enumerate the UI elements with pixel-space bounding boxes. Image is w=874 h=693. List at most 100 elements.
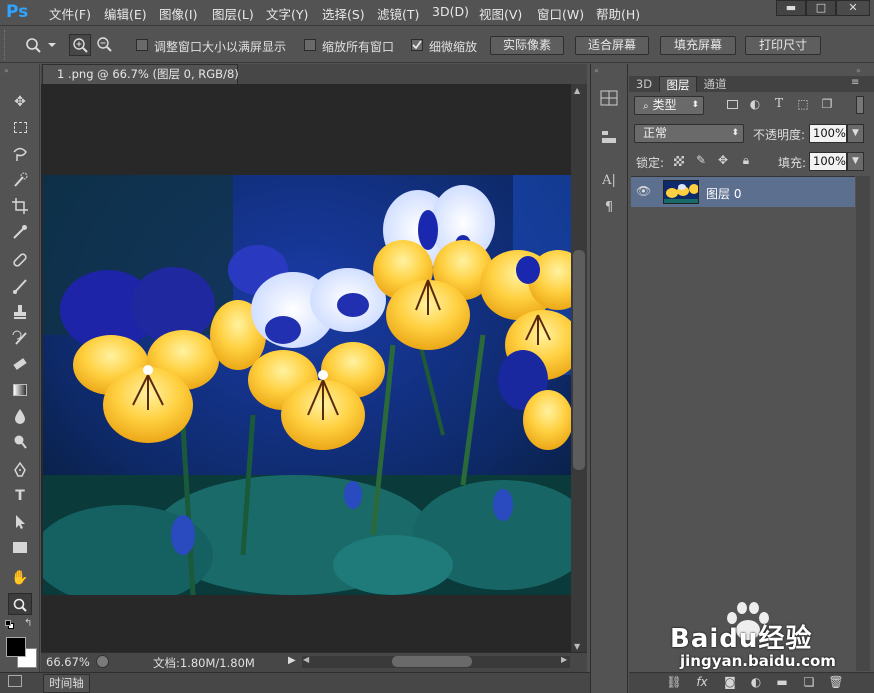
tab-3d[interactable]: 3D <box>631 76 657 92</box>
menu-image[interactable]: 图像(I) <box>159 4 197 23</box>
foreground-color-swatch[interactable] <box>6 637 26 657</box>
actual-pixels-button[interactable]: 实际像素 <box>490 36 564 55</box>
status-info-icon[interactable] <box>96 655 109 668</box>
swap-colors-icon[interactable]: ↰ <box>24 618 32 629</box>
print-size-button[interactable]: 打印尺寸 <box>745 36 821 55</box>
zoom-tool[interactable] <box>8 593 32 615</box>
gradient-tool[interactable] <box>8 379 32 401</box>
scroll-right-icon[interactable]: ▶ <box>561 655 567 664</box>
character-panel-button[interactable]: A| <box>597 170 621 192</box>
layers-scrollbar[interactable] <box>856 176 870 671</box>
maximize-button[interactable]: □ <box>806 0 836 16</box>
menu-view[interactable]: 视图(V) <box>479 4 522 23</box>
properties-panel-button[interactable] <box>597 126 621 148</box>
lasso-tool[interactable] <box>8 143 32 165</box>
horizontal-scroll-thumb[interactable] <box>392 656 472 667</box>
filter-adjustment-icon[interactable]: ◐ <box>748 97 762 111</box>
lock-position-icon[interactable]: ✥ <box>716 153 730 167</box>
menu-edit[interactable]: 编辑(E) <box>104 4 147 23</box>
fit-screen-button[interactable]: 适合屏幕 <box>575 36 649 55</box>
drop-icon <box>15 409 25 424</box>
filter-pixel-icon[interactable] <box>725 98 739 112</box>
lock-transparent-icon[interactable] <box>674 156 684 166</box>
brush-tool[interactable] <box>8 275 32 297</box>
minimize-button[interactable]: ▬ <box>776 0 806 16</box>
menu-filter[interactable]: 滤镜(T) <box>377 4 419 23</box>
marquee-tool[interactable] <box>8 117 32 139</box>
menu-window[interactable]: 窗口(W) <box>537 4 584 23</box>
zoom-tool-preset[interactable] <box>22 34 60 56</box>
shape-tool[interactable] <box>8 537 32 559</box>
resize-windows-checkbox[interactable] <box>136 39 148 51</box>
hand-tool[interactable]: ✋ <box>8 567 32 589</box>
move-tool[interactable]: ✥ <box>8 91 32 113</box>
filter-smart-object-icon[interactable]: ❐ <box>820 97 834 111</box>
filter-shape-icon[interactable]: ⬚ <box>796 97 810 111</box>
grid-icon <box>600 90 618 106</box>
tab-layers[interactable]: 图层 <box>659 76 697 92</box>
eye-icon[interactable]: 👁︎ <box>636 184 652 198</box>
menu-file[interactable]: 文件(F) <box>49 4 91 23</box>
search-icon: ⌕ <box>643 101 649 112</box>
navigator-panel-button[interactable] <box>597 87 621 109</box>
menu-3d[interactable]: 3D(D) <box>432 4 469 19</box>
lock-label: 锁定: <box>636 156 665 170</box>
fill-input[interactable]: 100% <box>809 152 847 171</box>
layer-filter-select[interactable]: ⌕ 类型 ⬍ <box>634 96 704 115</box>
menu-select[interactable]: 选择(S) <box>322 4 365 23</box>
scroll-down-icon[interactable]: ▼ <box>574 642 580 651</box>
pen-tool[interactable] <box>8 459 32 481</box>
clone-stamp-tool[interactable] <box>8 301 32 323</box>
paragraph-panel-button[interactable]: ¶ <box>597 197 621 219</box>
eraser-tool[interactable] <box>8 353 32 375</box>
opacity-dropdown-icon[interactable]: ▼ <box>847 124 864 143</box>
zoom-level[interactable]: 66.67% <box>46 655 90 669</box>
status-menu-arrow-icon[interactable]: ▶ <box>288 655 296 666</box>
history-brush-tool[interactable] <box>8 327 32 349</box>
lock-paint-icon[interactable]: ✎ <box>694 153 708 167</box>
filter-type-icon[interactable]: T <box>772 96 786 110</box>
crop-tool[interactable] <box>8 195 32 217</box>
menu-layer[interactable]: 图层(L) <box>212 4 254 23</box>
filter-toggle-switch[interactable] <box>856 96 864 114</box>
scroll-up-icon[interactable]: ▲ <box>574 86 580 95</box>
default-colors-icon[interactable] <box>5 620 15 630</box>
layer-name[interactable]: 图层 0 <box>706 185 741 202</box>
opacity-input[interactable]: 100% <box>809 124 847 143</box>
fill-screen-button[interactable]: 填充屏幕 <box>660 36 736 55</box>
scrubby-zoom-checkbox[interactable] <box>411 39 423 51</box>
document-image[interactable] <box>43 175 571 595</box>
collapse-tools-icon[interactable]: » <box>4 66 36 75</box>
blur-tool[interactable] <box>8 405 32 427</box>
select-arrows-icon: ⬍ <box>731 128 739 138</box>
dodge-tool[interactable] <box>8 431 32 453</box>
type-icon: T <box>15 488 25 504</box>
fill-dropdown-icon[interactable]: ▼ <box>847 152 864 171</box>
path-selection-tool[interactable] <box>8 511 32 533</box>
eyedropper-tool[interactable] <box>8 221 32 243</box>
timeline-icon[interactable] <box>8 675 22 687</box>
healing-brush-tool[interactable] <box>8 249 32 271</box>
document-tab[interactable]: 1 .png @ 66.7% (图层 0, RGB/8) <box>42 64 239 84</box>
expand-panels-icon[interactable]: « <box>594 66 599 75</box>
zoom-all-checkbox[interactable] <box>304 39 316 51</box>
panel-menu-icon[interactable]: ≡ <box>851 77 859 88</box>
zoom-out-button[interactable] <box>94 34 116 56</box>
menu-type[interactable]: 文字(Y) <box>266 4 308 23</box>
close-button[interactable]: ✕ <box>836 0 870 16</box>
character-icon: A| <box>602 173 616 188</box>
photoshop-logo: Ps <box>6 2 29 22</box>
lock-all-icon[interactable]: 🔒︎ <box>739 153 753 168</box>
vertical-scroll-thumb[interactable] <box>573 250 585 470</box>
menu-help[interactable]: 帮助(H) <box>596 4 640 23</box>
quick-selection-tool[interactable] <box>8 169 32 191</box>
zoom-in-button[interactable] <box>69 34 91 56</box>
collapse-layers-icon[interactable]: » <box>856 66 861 75</box>
type-tool[interactable]: T <box>8 485 32 507</box>
options-grip[interactable] <box>4 30 8 60</box>
blend-mode-select[interactable]: 正常 ⬍ <box>634 124 744 143</box>
timeline-tab[interactable]: 时间轴 <box>43 674 90 693</box>
tab-channels[interactable]: 通道 <box>699 76 731 92</box>
checkmark-icon <box>412 40 422 50</box>
scroll-left-icon[interactable]: ◀ <box>303 655 309 664</box>
